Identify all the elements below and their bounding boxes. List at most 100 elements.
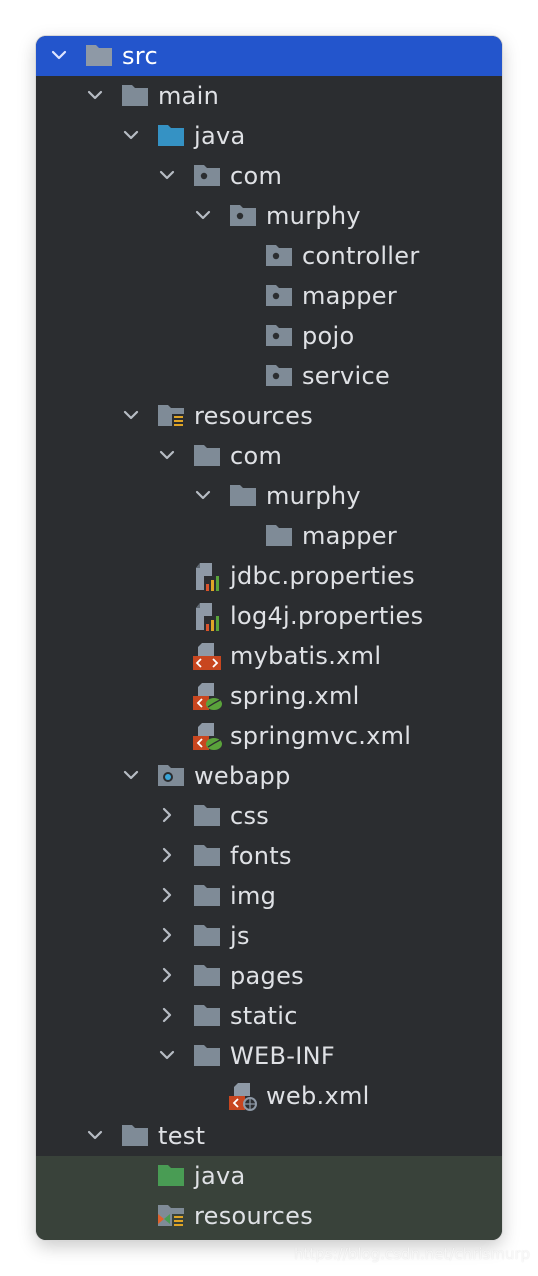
tree-node-label: java [194, 1162, 246, 1190]
tree-node-label: spring.xml [230, 682, 360, 710]
chevron-down-icon[interactable] [116, 120, 146, 152]
chevron-down-icon[interactable] [152, 160, 182, 192]
web-xml-file-icon [228, 1082, 258, 1111]
folder-icon [192, 802, 222, 830]
tree-row-src[interactable]: src [36, 36, 502, 76]
tree-row-mybatis-xml[interactable]: mybatis.xml [36, 636, 502, 676]
package-icon [264, 282, 294, 310]
package-icon [264, 362, 294, 390]
tree-node-label: webapp [194, 762, 291, 790]
folder-icon [120, 1122, 150, 1150]
tree-row-com[interactable]: com [36, 156, 502, 196]
tree-row-web-xml[interactable]: web.xml [36, 1076, 502, 1116]
tree-row-pojo[interactable]: pojo [36, 316, 502, 356]
tree-node-label: fonts [230, 842, 292, 870]
spring-xml-file-icon [192, 722, 222, 750]
spring-xml-file-icon [192, 682, 222, 710]
tree-node-label: murphy [266, 482, 361, 510]
chevron-down-icon[interactable] [188, 480, 218, 512]
chevron-down-icon[interactable] [152, 440, 182, 472]
tree-node-label: src [122, 42, 158, 70]
tree-row-service[interactable]: service [36, 356, 502, 396]
chevron-right-icon[interactable] [152, 920, 182, 952]
tree-node-label: main [158, 82, 220, 110]
tree-row-web-inf[interactable]: WEB-INF [36, 1036, 502, 1076]
web-root-folder-icon [156, 762, 186, 790]
chevron-down-icon[interactable] [80, 80, 110, 112]
tree-node-label: test [158, 1122, 206, 1150]
properties-file-icon [192, 602, 222, 632]
chevron-down-icon[interactable] [116, 400, 146, 432]
tree-node-label: mybatis.xml [230, 642, 382, 670]
test-resources-root-folder-icon [156, 1202, 186, 1230]
folder-icon [192, 842, 222, 870]
chevron-right-icon[interactable] [152, 840, 182, 872]
tree-row-controller[interactable]: controller [36, 236, 502, 276]
chevron-right-icon[interactable] [152, 800, 182, 832]
tree-node-label: WEB-INF [230, 1042, 335, 1070]
tree-node-label: springmvc.xml [230, 722, 412, 750]
source-root-folder-icon [156, 122, 186, 150]
folder-icon [264, 522, 294, 550]
tree-node-label: log4j.properties [230, 602, 424, 630]
tree-row-mapper[interactable]: mapper [36, 276, 502, 316]
chevron-down-icon[interactable] [188, 200, 218, 232]
tree-node-label: img [230, 882, 277, 910]
tree-row-img[interactable]: img [36, 876, 502, 916]
chevron-down-icon[interactable] [80, 1120, 110, 1152]
tree-node-label: web.xml [266, 1082, 370, 1110]
watermark-text: https://blog.csdn.net/chrismurp [294, 1245, 531, 1263]
tree-row-webapp[interactable]: webapp [36, 756, 502, 796]
folder-icon [120, 82, 150, 110]
tree-row-fonts[interactable]: fonts [36, 836, 502, 876]
chevron-down-icon[interactable] [152, 1040, 182, 1072]
tree-row-main[interactable]: main [36, 76, 502, 116]
tree-row-spring-xml[interactable]: spring.xml [36, 676, 502, 716]
tree-row-jdbc-properties[interactable]: jdbc.properties [36, 556, 502, 596]
folder-icon [192, 1042, 222, 1070]
tree-node-label: service [302, 362, 391, 390]
chevron-right-icon[interactable] [152, 960, 182, 992]
chevron-down-icon[interactable] [116, 760, 146, 792]
tree-row-test[interactable]: test [36, 1116, 502, 1156]
folder-icon [192, 922, 222, 950]
tree-row-springmvc-xml[interactable]: springmvc.xml [36, 716, 502, 756]
tree-node-label: mapper [302, 522, 397, 550]
tree-node-label: java [194, 122, 246, 150]
tree-row-test-resources[interactable]: resources [36, 1196, 502, 1240]
folder-icon [192, 882, 222, 910]
tree-node-label: js [230, 922, 250, 950]
package-icon [264, 322, 294, 350]
chevron-down-icon[interactable] [44, 40, 74, 72]
tree-node-label: resources [194, 402, 314, 430]
tree-node-label: pojo [302, 322, 355, 350]
tree-row-test-java[interactable]: java [36, 1156, 502, 1196]
tree-row-js[interactable]: js [36, 916, 502, 956]
tree-row-css[interactable]: css [36, 796, 502, 836]
chevron-right-icon[interactable] [152, 880, 182, 912]
tree-node-label: com [230, 162, 283, 190]
tree-row-java[interactable]: java [36, 116, 502, 156]
tree-row-static[interactable]: static [36, 996, 502, 1036]
tree-node-label: mapper [302, 282, 397, 310]
tree-node-label: css [230, 802, 270, 830]
resources-root-folder-icon [156, 402, 186, 430]
folder-icon [192, 1002, 222, 1030]
chevron-right-icon[interactable] [152, 1000, 182, 1032]
project-tree-panel: src main java com murphy controller mapp… [36, 36, 502, 1240]
tree-row-resources[interactable]: resources [36, 396, 502, 436]
tree-row-murphy[interactable]: murphy [36, 196, 502, 236]
package-icon [264, 242, 294, 270]
tree-row-pages[interactable]: pages [36, 956, 502, 996]
tree-row-mapper[interactable]: mapper [36, 516, 502, 556]
tree-row-murphy[interactable]: murphy [36, 476, 502, 516]
tree-node-label: jdbc.properties [230, 562, 415, 590]
folder-icon [192, 962, 222, 990]
tree-row-com[interactable]: com [36, 436, 502, 476]
properties-file-icon [192, 562, 222, 592]
package-icon [228, 202, 258, 230]
tree-node-label: pages [230, 962, 304, 990]
folder-icon [84, 42, 114, 70]
tree-node-label: com [230, 442, 283, 470]
tree-row-log4j-properties[interactable]: log4j.properties [36, 596, 502, 636]
